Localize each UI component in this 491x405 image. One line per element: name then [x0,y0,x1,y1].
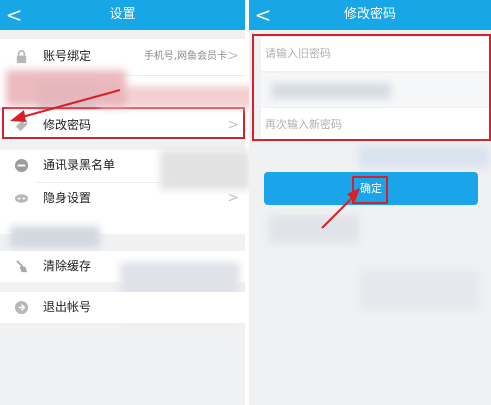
page-title: 设置 [109,7,136,22]
confirm-password-placeholder: 再次输入新密码 [265,118,342,131]
old-password-field[interactable]: 请输入旧密码 [261,37,491,71]
change-password-header: < 修改密码 [249,0,491,30]
blurred-row [359,270,479,310]
lock-icon [16,50,27,64]
blurred-row [10,226,100,248]
blacklist-label: 通讯录黑名单 [43,158,116,172]
new-password-field[interactable] [261,73,491,107]
blurred-watermark [359,146,489,168]
privacy-label: 隐身设置 [43,191,92,205]
change-password-label: 修改密码 [43,118,92,132]
mask-icon [14,194,29,203]
tag-icon [15,119,28,132]
account-binding-value: 手机号,网鱼会员卡 [143,51,227,62]
clear-cache-label: 清除缓存 [43,259,92,273]
blurred-row [160,150,250,190]
settings-header: < 设置 [0,0,245,30]
settings-group-logout: 退出帐号 [0,292,245,323]
broom-icon [16,260,28,273]
confirm-button-label: 确定 [360,182,382,195]
blurred-input [271,83,391,99]
account-binding-label: 账号绑定 [43,49,92,63]
settings-screen: < 设置 账号绑定 手机号,网鱼会员卡 > 修改密码 > 通讯录黑名单 隐身设置… [0,0,245,405]
confirm-password-field[interactable]: 再次输入新密码 [261,108,491,142]
logout-icon [14,300,29,315]
logout-row[interactable]: 退出帐号 [0,292,245,323]
old-password-placeholder: 请输入旧密码 [265,47,331,60]
chevron-right-icon: > [227,48,239,64]
blurred-row [269,215,359,243]
page-title: 修改密码 [343,7,396,22]
change-password-row[interactable]: 修改密码 > [0,110,245,141]
chevron-right-icon: > [227,117,239,133]
blacklist-icon [14,158,29,173]
confirm-button[interactable]: 确定 [264,172,478,205]
logout-label: 退出帐号 [43,300,92,314]
blurred-band [6,70,126,106]
account-binding-row[interactable]: 账号绑定 手机号,网鱼会员卡 > [0,41,245,72]
